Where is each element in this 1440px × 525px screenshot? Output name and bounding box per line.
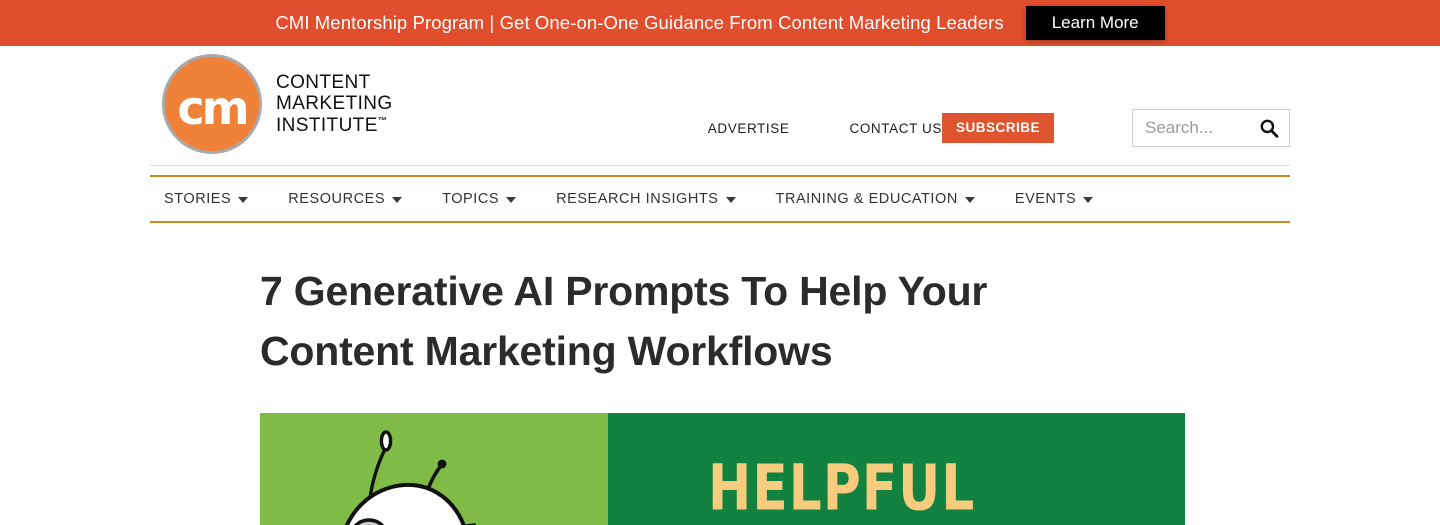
search-icon xyxy=(1260,119,1279,138)
logo-wordmark: CONTENT MARKETING INSTITUTE™ xyxy=(276,72,393,136)
trademark-symbol: ™ xyxy=(377,115,388,126)
chevron-down-icon xyxy=(1083,196,1094,203)
promo-banner: CMI Mentorship Program | Get One-on-One … xyxy=(0,0,1440,46)
nav-label: STORIES xyxy=(164,191,232,207)
nav-label: RESEARCH INSIGHTS xyxy=(556,191,719,207)
search-box[interactable] xyxy=(1132,109,1290,147)
hero-headline-line-1: HELPFUL xyxy=(708,451,976,525)
nav-item-events[interactable]: EVENTS xyxy=(1014,191,1094,207)
nav-item-resources[interactable]: RESOURCES xyxy=(288,191,403,207)
search-input[interactable] xyxy=(1145,118,1255,138)
article-hero-image: Ne HELPFUL PROMPTS xyxy=(260,412,1185,525)
logo-line-marketing: MARKETING xyxy=(276,93,393,115)
main-nav-list: STORIES RESOURCES TOPICS RESEARCH INSIGH… xyxy=(150,191,1133,207)
site-logo[interactable]: cm CONTENT MARKETING INSTITUTE™ xyxy=(162,54,393,154)
nav-label: TRAINING & EDUCATION xyxy=(775,191,958,207)
nav-item-training-education[interactable]: TRAINING & EDUCATION xyxy=(776,191,975,207)
nav-item-research-insights[interactable]: RESEARCH INSIGHTS xyxy=(556,191,736,207)
chevron-down-icon xyxy=(238,196,249,203)
nav-item-stories[interactable]: STORIES xyxy=(164,191,249,207)
subscribe-button[interactable]: SUBSCRIBE xyxy=(941,112,1054,144)
logo-monogram: cm xyxy=(177,81,249,135)
nav-item-topics[interactable]: TOPICS xyxy=(442,191,517,207)
chevron-down-icon xyxy=(392,196,403,203)
article-main: 7 Generative AI Prompts To Help Your Con… xyxy=(150,223,1290,525)
hero-right-panel: HELPFUL PROMPTS xyxy=(608,412,1185,525)
learn-more-button[interactable]: Learn More xyxy=(1025,6,1165,40)
nav-label: EVENTS xyxy=(1014,191,1077,207)
promo-message: CMI Mentorship Program | Get One-on-One … xyxy=(275,11,1004,33)
search-submit-button[interactable] xyxy=(1255,118,1279,138)
site-header: cm CONTENT MARKETING INSTITUTE™ ADVERTIS… xyxy=(150,46,1290,166)
chevron-down-icon xyxy=(964,196,975,203)
utility-link-contact-us[interactable]: CONTACT US xyxy=(849,115,942,142)
chevron-down-icon xyxy=(506,196,517,203)
nav-label: TOPICS xyxy=(442,191,500,207)
utility-nav: ADVERTISE CONTACT US SUBSCRIBE xyxy=(708,109,1290,147)
logo-line-content: CONTENT xyxy=(276,72,371,94)
utility-link-advertise[interactable]: ADVERTISE xyxy=(708,115,790,142)
page-title: 7 Generative AI Prompts To Help Your Con… xyxy=(260,268,988,375)
content-container: cm CONTENT MARKETING INSTITUTE™ ADVERTIS… xyxy=(150,46,1290,525)
page-body: cm CONTENT MARKETING INSTITUTE™ ADVERTIS… xyxy=(0,46,1440,525)
logo-line-institute: INSTITUTE™ xyxy=(276,114,388,136)
main-navigation: STORIES RESOURCES TOPICS RESEARCH INSIGH… xyxy=(150,175,1290,223)
nav-label: RESOURCES xyxy=(288,191,386,207)
cmi-logo-mark: cm xyxy=(162,54,262,154)
chevron-down-icon xyxy=(725,196,736,203)
hero-left-panel: Ne xyxy=(260,412,608,525)
robot-illustration: Ne xyxy=(344,429,476,525)
